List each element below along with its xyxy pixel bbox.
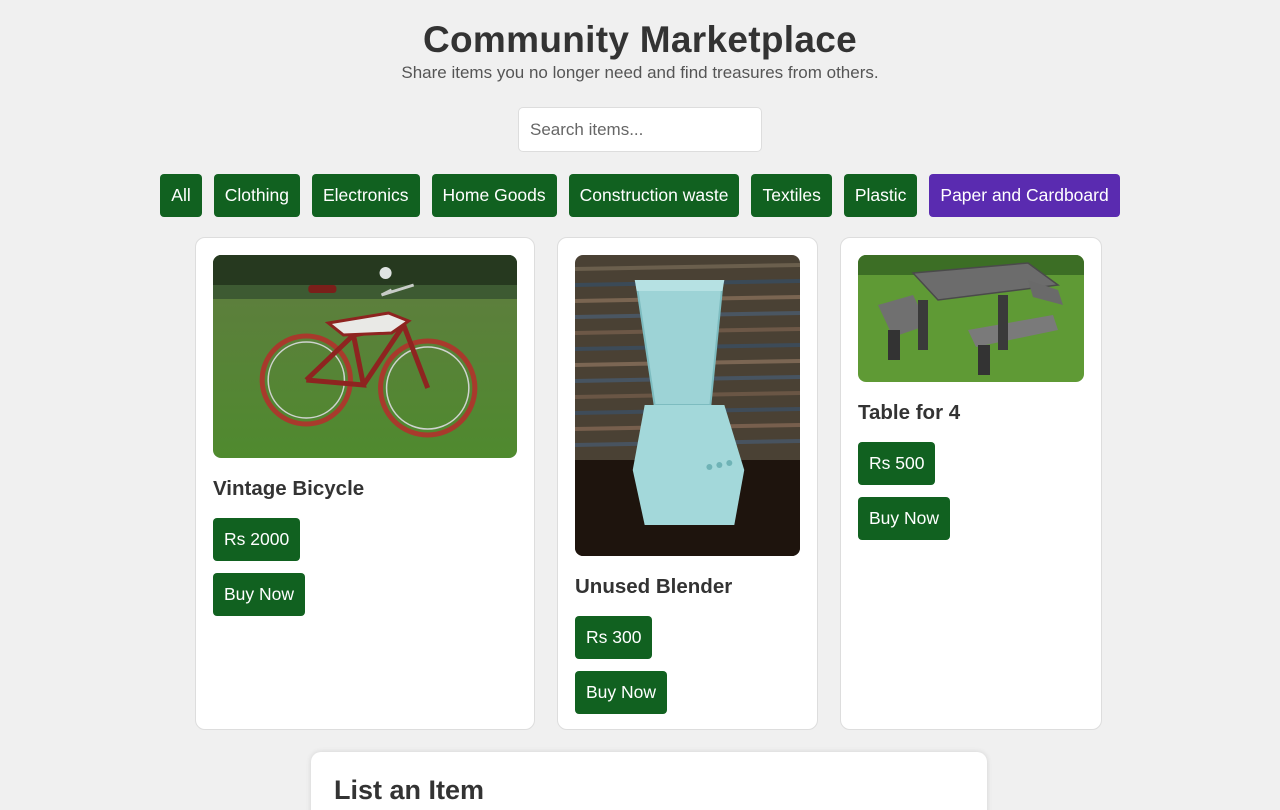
- category-filters: All Clothing Electronics Home Goods Cons…: [0, 174, 1280, 217]
- filter-clothing-button[interactable]: Clothing: [213, 174, 300, 217]
- filter-construction-waste-button[interactable]: Construction waste: [568, 174, 740, 217]
- buy-now-button[interactable]: Buy Now: [213, 573, 306, 616]
- price-button[interactable]: Rs 300: [575, 616, 653, 659]
- filter-electronics-button[interactable]: Electronics: [311, 174, 420, 217]
- search-bar: [0, 107, 1280, 152]
- picnic-table-image: [858, 255, 1084, 382]
- filter-all-button[interactable]: All: [160, 174, 202, 217]
- filter-home-goods-button[interactable]: Home Goods: [431, 174, 557, 217]
- list-item-panel: List an Item: [311, 752, 987, 810]
- page-header: Community Marketplace Share items you no…: [0, 0, 1280, 84]
- item-grid: Vintage Bicycle Rs 2000 Buy Now Unused B…: [0, 237, 1280, 730]
- list-item-heading: List an Item: [334, 775, 485, 805]
- page-subtitle: Share items you no longer need and find …: [401, 63, 879, 82]
- filter-textiles-button[interactable]: Textiles: [751, 174, 832, 217]
- search-input[interactable]: [518, 107, 762, 152]
- item-title: Vintage Bicycle: [213, 477, 365, 500]
- buy-now-button[interactable]: Buy Now: [575, 671, 668, 714]
- price-button[interactable]: Rs 500: [858, 442, 936, 485]
- item-title: Table for 4: [858, 401, 961, 424]
- filter-plastic-button[interactable]: Plastic: [843, 174, 918, 217]
- bicycle-image: [213, 255, 517, 458]
- blender-image: [575, 255, 800, 556]
- item-title: Unused Blender: [575, 575, 733, 598]
- price-button[interactable]: Rs 2000: [213, 518, 301, 561]
- item-card: Vintage Bicycle Rs 2000 Buy Now: [195, 237, 535, 730]
- item-card: Table for 4 Rs 500 Buy Now: [840, 237, 1102, 730]
- buy-now-button[interactable]: Buy Now: [858, 497, 951, 540]
- item-card: Unused Blender Rs 300 Buy Now: [557, 237, 818, 730]
- page-title: Community Marketplace: [423, 19, 857, 60]
- filter-paper-cardboard-button[interactable]: Paper and Cardboard: [929, 174, 1120, 217]
